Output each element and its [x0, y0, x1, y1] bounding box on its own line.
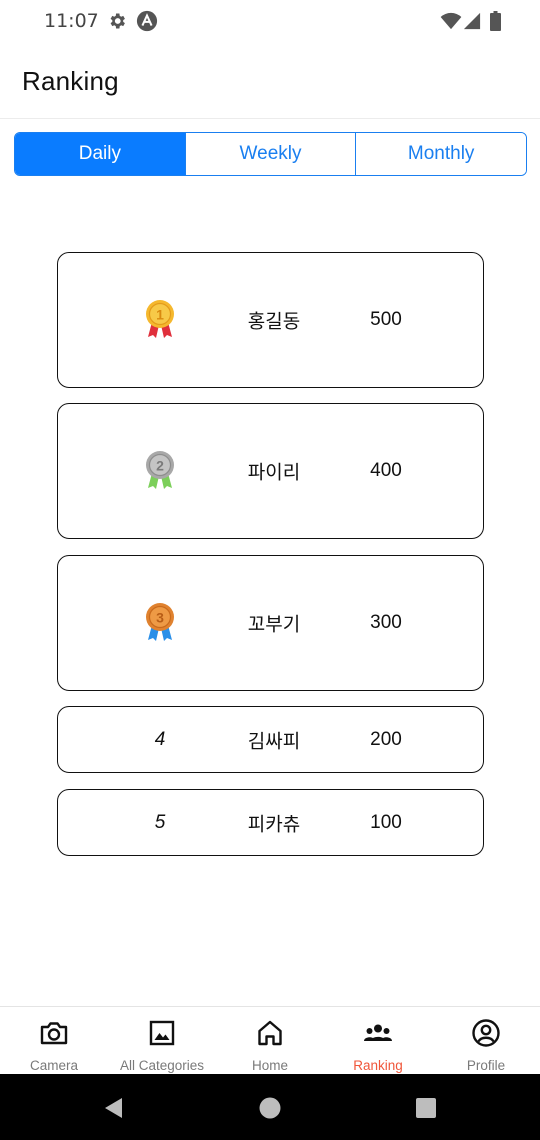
home-circle-icon[interactable] [258, 1096, 282, 1120]
app-a-icon [136, 10, 158, 32]
nav-label: Profile [466, 1058, 506, 1073]
recents-square-icon[interactable] [414, 1096, 438, 1120]
home-icon [258, 1020, 282, 1046]
nav-ranking[interactable]: Ranking [324, 1007, 432, 1074]
ranking-card-4[interactable]: 4 김싸피 200 [57, 706, 484, 773]
gold-medal-icon: 1 [146, 300, 174, 338]
status-time: 11:07 [44, 10, 99, 32]
svg-text:3: 3 [156, 610, 164, 626]
svg-text:1: 1 [156, 307, 164, 323]
nav-label: Ranking [353, 1058, 403, 1073]
back-triangle-icon[interactable] [102, 1096, 126, 1120]
tab-weekly[interactable]: Weekly [184, 133, 356, 175]
camera-icon [40, 1022, 68, 1045]
system-navigation-bar [0, 1074, 540, 1140]
bottom-navigation: Camera All Categories Home Ranking Profi… [0, 1006, 540, 1074]
nav-home[interactable]: Home [216, 1007, 324, 1074]
rank-number: 5 [154, 811, 166, 833]
tab-monthly[interactable]: Monthly [355, 133, 526, 175]
ranking-card-1[interactable]: 1 홍길동 500 [57, 252, 484, 388]
nav-all-categories[interactable]: All Categories [108, 1007, 216, 1074]
player-name: 피카츄 [247, 813, 301, 835]
rank-cell: 5 [130, 790, 190, 855]
signal-icon [463, 12, 481, 30]
wifi-icon [440, 12, 462, 30]
rank-cell: 2 [130, 404, 190, 538]
player-name: 꼬부기 [247, 613, 301, 636]
ranking-card-2[interactable]: 2 파이리 400 [57, 403, 484, 539]
status-bar: 11:07 [0, 0, 540, 44]
tab-daily[interactable]: Daily [15, 133, 185, 175]
rank-cell: 3 [130, 556, 190, 690]
profile-icon [472, 1019, 500, 1047]
image-icon [149, 1020, 175, 1046]
player-score: 300 [370, 612, 402, 633]
player-score: 200 [370, 728, 402, 750]
nav-profile[interactable]: Profile [432, 1007, 540, 1074]
rank-cell: 1 [130, 253, 190, 387]
player-name: 김싸피 [247, 730, 301, 752]
player-score: 400 [370, 460, 402, 481]
player-score: 100 [370, 811, 402, 833]
page-title: Ranking [22, 66, 119, 96]
ranking-card-3[interactable]: 3 꼬부기 300 [57, 555, 484, 691]
player-name: 파이리 [247, 461, 301, 484]
silver-medal-icon: 2 [146, 451, 174, 489]
header-divider [0, 118, 540, 119]
nav-camera[interactable]: Camera [0, 1007, 108, 1074]
group-icon [364, 1024, 392, 1041]
nav-label: Camera [29, 1058, 78, 1073]
nav-label: All Categories [119, 1058, 205, 1073]
nav-label: Home [251, 1058, 288, 1073]
player-score: 500 [370, 309, 402, 330]
rank-cell: 4 [130, 707, 190, 772]
rank-number: 4 [154, 728, 166, 750]
player-name: 홍길동 [247, 310, 301, 333]
settings-gear-icon [110, 13, 125, 29]
period-segmented-control: Daily Weekly Monthly [14, 132, 527, 176]
battery-icon [490, 11, 501, 31]
bronze-medal-icon: 3 [146, 603, 174, 641]
svg-text:2: 2 [156, 458, 164, 474]
ranking-card-5[interactable]: 5 피카츄 100 [57, 789, 484, 856]
